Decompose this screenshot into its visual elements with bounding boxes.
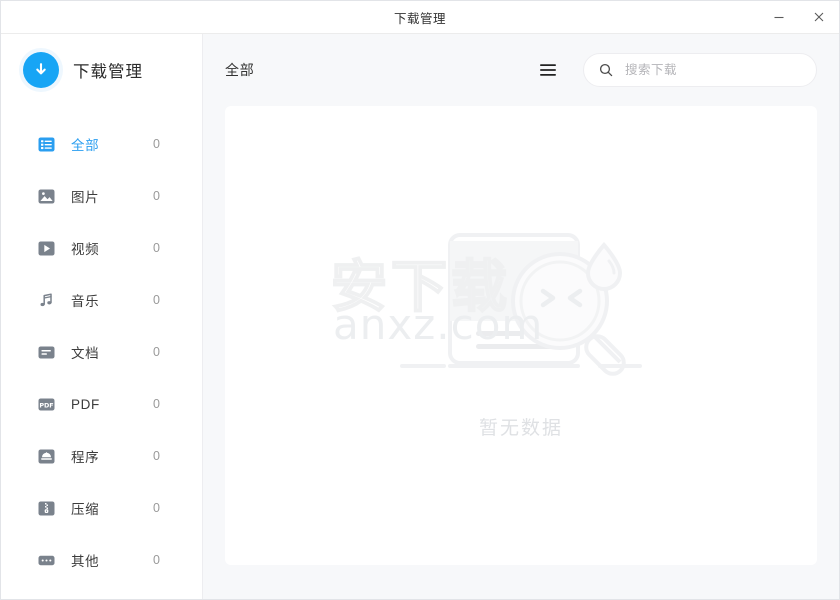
sidebar: 下载管理 全部 0 图片 0 视频 0 音乐 0 文档 0 PDF PDF 0 …: [1, 34, 203, 599]
sidebar-item-label: 全部: [71, 138, 100, 153]
page-title: 全部: [225, 62, 255, 78]
search-icon: [598, 63, 613, 78]
more-icon: [37, 551, 55, 569]
sidebar-item-label: PDF: [71, 396, 100, 412]
sidebar-item-count: 0: [153, 397, 160, 411]
hamburger-menu-icon[interactable]: [535, 57, 561, 83]
main-area: 全部 搜索下载 安下载 anxz.com 暂无数据: [203, 34, 839, 599]
archive-icon: [37, 499, 55, 517]
close-button[interactable]: [799, 1, 839, 33]
sidebar-item-archives[interactable]: 压缩 0: [1, 482, 202, 534]
sidebar-item-label: 程序: [71, 450, 100, 465]
music-icon: [37, 291, 55, 309]
brand-header: 下载管理: [1, 34, 202, 106]
no-data-magnifier-illustration: 安下载 anxz.com: [330, 225, 654, 401]
sidebar-item-count: 0: [153, 449, 160, 463]
sidebar-item-documents[interactable]: 文档 0: [1, 326, 202, 378]
download-arrow-icon: [23, 52, 59, 88]
minimize-button[interactable]: [759, 1, 799, 33]
download-list-card: 安下载 anxz.com 暂无数据: [225, 106, 817, 565]
sidebar-item-label: 音乐: [71, 294, 100, 309]
image-icon: [37, 187, 55, 205]
sidebar-item-label: 文档: [71, 346, 100, 361]
empty-state-text: 暂无数据: [478, 418, 563, 439]
document-icon: [37, 343, 55, 361]
title-bar: 下载管理: [1, 1, 839, 34]
search-input[interactable]: [623, 62, 802, 78]
sidebar-item-others[interactable]: 其他 0: [1, 534, 202, 586]
sidebar-item-pdf[interactable]: PDF PDF 0: [1, 378, 202, 430]
content-wrapper: 安下载 anxz.com 暂无数据: [203, 106, 839, 599]
window-controls: [759, 1, 839, 33]
sidebar-item-label: 图片: [71, 190, 100, 205]
sidebar-item-images[interactable]: 图片 0: [1, 170, 202, 222]
app-window: 下载管理 下载管理 全部 0 图片 0 视频 0 音乐 0 文档 0 PDF P…: [0, 0, 840, 600]
sidebar-item-count: 0: [153, 501, 160, 515]
window-title: 下载管理: [393, 11, 446, 26]
sidebar-item-count: 0: [153, 189, 160, 203]
sidebar-item-music[interactable]: 音乐 0: [1, 274, 202, 326]
sidebar-item-all[interactable]: 全部 0: [1, 118, 202, 170]
window-body: 下载管理 全部 0 图片 0 视频 0 音乐 0 文档 0 PDF PDF 0 …: [1, 34, 839, 599]
sidebar-item-label: 压缩: [71, 502, 100, 517]
pdf-icon: PDF: [37, 395, 55, 413]
sidebar-item-programs[interactable]: 程序 0: [1, 430, 202, 482]
sidebar-nav: 全部 0 图片 0 视频 0 音乐 0 文档 0 PDF PDF 0 程序 0 …: [1, 106, 202, 586]
sidebar-item-label: 视频: [71, 242, 100, 257]
toolbar: 全部: [203, 34, 839, 106]
search-box[interactable]: [583, 53, 817, 87]
list-icon: [37, 135, 55, 153]
sidebar-item-count: 0: [153, 293, 160, 307]
sidebar-item-count: 0: [153, 345, 160, 359]
video-icon: [37, 239, 55, 257]
sidebar-item-count: 0: [153, 137, 160, 151]
program-icon: [37, 447, 55, 465]
sidebar-item-count: 0: [153, 241, 160, 255]
sidebar-item-label: 其他: [71, 554, 100, 569]
brand-title: 下载管理: [73, 63, 143, 81]
svg-text:PDF: PDF: [39, 401, 53, 409]
sidebar-item-count: 0: [153, 553, 160, 567]
sidebar-item-videos[interactable]: 视频 0: [1, 222, 202, 274]
empty-state: 安下载 anxz.com 暂无数据: [330, 225, 654, 440]
